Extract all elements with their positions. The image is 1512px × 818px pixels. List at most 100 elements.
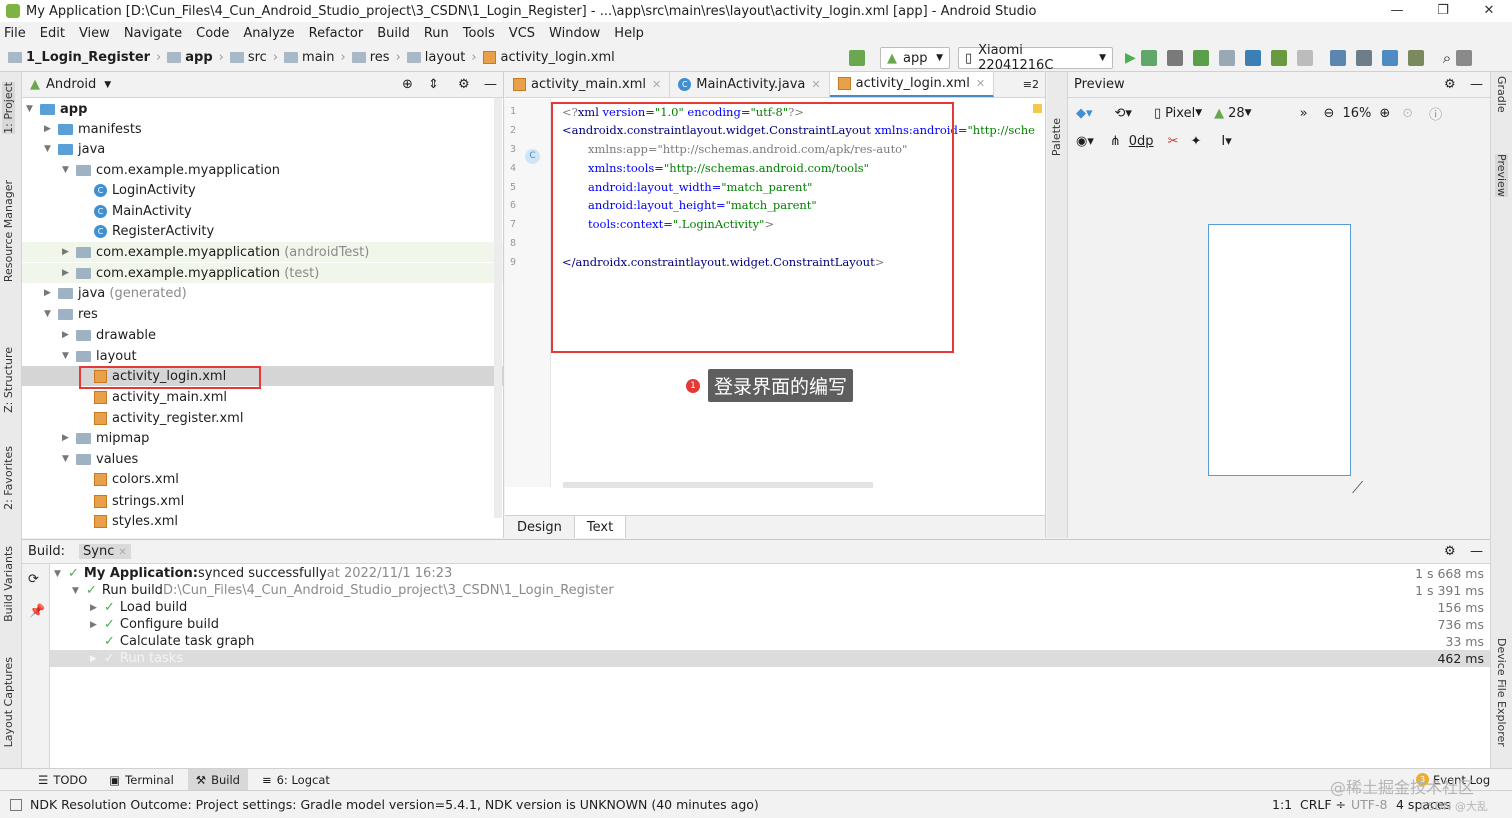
magnet-icon[interactable]: ⋔ xyxy=(1110,134,1121,149)
tree-item[interactable]: ▼ app xyxy=(22,99,503,119)
tree-item[interactable]: ▼ layout xyxy=(22,346,503,366)
close-tab-icon[interactable]: ✕ xyxy=(811,78,820,91)
hammer-icon[interactable] xyxy=(849,50,865,66)
menu-tools[interactable]: Tools xyxy=(463,26,495,41)
tab-activity-main[interactable]: activity_main.xml ✕ xyxy=(505,72,671,97)
status-message[interactable]: NDK Resolution Outcome: Project settings… xyxy=(30,797,759,812)
build-row[interactable]: ▶ ✓ Load build 156 ms xyxy=(50,599,1490,616)
breadcrumb-app[interactable]: app › xyxy=(167,50,224,65)
orientation-icon[interactable]: ⟲▾ xyxy=(1115,106,1132,121)
hide-icon[interactable]: — xyxy=(484,77,497,92)
menu-window[interactable]: Window xyxy=(549,26,600,41)
stop-icon[interactable] xyxy=(1296,50,1313,66)
apply-changes-icon[interactable] xyxy=(1140,50,1157,66)
project-structure-icon[interactable] xyxy=(1329,50,1346,66)
caret-position[interactable]: 1:1 xyxy=(1272,797,1292,812)
menu-navigate[interactable]: Navigate xyxy=(124,26,182,41)
infer-constraints-icon[interactable]: ✦ xyxy=(1190,134,1201,149)
overflow-icon[interactable]: » xyxy=(1300,106,1308,121)
device-select[interactable]: ▯ Xiaomi 22041216C ▼ xyxy=(958,43,1113,73)
tree-item[interactable]: ▼ res xyxy=(22,304,503,324)
menu-help[interactable]: Help xyxy=(614,26,644,41)
build-row[interactable]: ▼ ✓ My Application: synced successfully at… xyxy=(50,565,1490,582)
preview-tab[interactable]: Preview xyxy=(1495,154,1508,197)
settings-icon[interactable] xyxy=(1456,50,1473,66)
tab-sync[interactable]: Sync ✕ xyxy=(79,544,131,559)
breadcrumb-file[interactable]: activity_login.xml xyxy=(482,50,615,65)
coverage-icon[interactable] xyxy=(1270,50,1287,66)
menu-run[interactable]: Run xyxy=(424,26,449,41)
restore-button[interactable]: ❐ xyxy=(1420,0,1466,22)
layout-captures-tab[interactable]: Layout Captures xyxy=(2,657,15,747)
zoom-out-icon[interactable]: ⊖ xyxy=(1324,106,1335,121)
tree-item[interactable]: ▼ values xyxy=(22,449,503,469)
menu-refactor[interactable]: Refactor xyxy=(309,26,364,41)
gradle-tab[interactable]: Gradle xyxy=(1495,76,1508,113)
pin-icon[interactable]: 📌 xyxy=(29,604,45,619)
tab-text[interactable]: Text xyxy=(574,516,627,538)
tab-design[interactable]: Design xyxy=(505,516,575,538)
tree-item[interactable]: ▶ com.example.myapplication (test) xyxy=(22,263,503,283)
tab-main-activity[interactable]: C MainActivity.java ✕ xyxy=(670,72,830,97)
build-row[interactable]: ✓ Calculate task graph 33 ms xyxy=(50,633,1490,650)
breadcrumb-res[interactable]: res › xyxy=(351,50,401,65)
layout-preview-canvas[interactable] xyxy=(1208,224,1351,476)
locate-icon[interactable]: ⊕ xyxy=(402,77,413,92)
tree-item[interactable]: ▶ manifests xyxy=(22,119,503,139)
tree-item[interactable]: ▶ mipmap xyxy=(22,428,503,448)
clear-constraints-icon[interactable]: ✂ xyxy=(1168,134,1179,149)
tree-item[interactable]: activity_main.xml xyxy=(22,387,503,407)
palette-tab[interactable]: Palette xyxy=(1050,118,1063,156)
structure-tab[interactable]: Z: Structure xyxy=(2,347,15,413)
restart-icon[interactable]: ⟳ xyxy=(28,572,39,587)
attach-debugger-icon[interactable] xyxy=(1218,50,1235,66)
search-icon[interactable]: ⌕ xyxy=(1443,49,1451,67)
breadcrumb-main[interactable]: main › xyxy=(284,50,346,65)
tree-item[interactable]: C LoginActivity xyxy=(22,180,503,200)
tree-item[interactable]: styles.xml xyxy=(22,511,503,531)
menu-file[interactable]: File xyxy=(4,26,26,41)
menu-edit[interactable]: Edit xyxy=(40,26,65,41)
menu-vcs[interactable]: VCS xyxy=(509,26,535,41)
close-tab-icon[interactable]: ✕ xyxy=(976,77,985,90)
tree-item[interactable]: strings.xml xyxy=(22,491,503,511)
hide-icon[interactable]: — xyxy=(1470,77,1483,92)
tab-activity-login[interactable]: activity_login.xml ✕ xyxy=(829,72,995,97)
debug-icon[interactable] xyxy=(1192,50,1209,66)
close-button[interactable]: ✕ xyxy=(1466,0,1512,22)
project-view-select[interactable]: Android xyxy=(46,77,96,92)
build-tab[interactable]: ⚒ Build xyxy=(187,768,248,791)
warning-marker-icon[interactable] xyxy=(1033,104,1042,113)
collapse-icon[interactable]: ⇕ xyxy=(428,77,439,92)
logcat-tab[interactable]: ≡ 6: Logcat xyxy=(254,769,338,791)
device-select[interactable]: Pixel xyxy=(1165,106,1195,121)
menu-analyze[interactable]: Analyze xyxy=(243,26,294,41)
menu-code[interactable]: Code xyxy=(196,26,229,41)
gear-icon[interactable]: ⚙ xyxy=(1444,77,1456,92)
tree-item[interactable]: ▶ com.example.myapplication (androidTest) xyxy=(22,242,503,262)
tree-item[interactable]: activity_register.xml xyxy=(22,408,503,428)
sdk-manager-icon[interactable] xyxy=(1407,50,1424,66)
class-gutter-icon[interactable]: C xyxy=(525,149,540,164)
tree-item[interactable]: ▶ java (generated) xyxy=(22,283,503,303)
resource-manager-tab[interactable]: Resource Manager xyxy=(2,180,15,282)
tree-item[interactable]: ▼ com.example.myapplication xyxy=(22,160,503,180)
eye-icon[interactable]: ◉▾ xyxy=(1076,134,1094,149)
menu-build[interactable]: Build xyxy=(377,26,410,41)
tree-item[interactable]: C RegisterActivity xyxy=(22,221,503,241)
sync-icon[interactable] xyxy=(1381,50,1398,66)
favorites-tab[interactable]: 2: Favorites xyxy=(2,446,15,510)
build-row-selected[interactable]: ▶ ✓ Run tasks 462 ms xyxy=(50,650,1490,667)
profile-icon[interactable] xyxy=(1244,50,1261,66)
file-encoding[interactable]: UTF-8 xyxy=(1351,797,1387,812)
breadcrumb-src[interactable]: src › xyxy=(229,50,278,65)
tree-item[interactable]: ▼ java xyxy=(22,139,503,159)
build-row[interactable]: ▼ ✓ Run build D:\Cun_Files\4_Cun_Android_S… xyxy=(50,582,1490,599)
tree-item[interactable]: C MainActivity xyxy=(22,201,503,221)
api-level-select[interactable]: 28 xyxy=(1228,106,1245,121)
gear-icon[interactable]: ⚙ xyxy=(1444,544,1456,559)
hide-icon[interactable]: — xyxy=(1470,544,1483,559)
apply-code-icon[interactable] xyxy=(1166,50,1183,66)
tab-overflow-button[interactable]: ≡2 xyxy=(1023,78,1039,91)
info-icon[interactable]: ⓘ xyxy=(1429,104,1442,123)
